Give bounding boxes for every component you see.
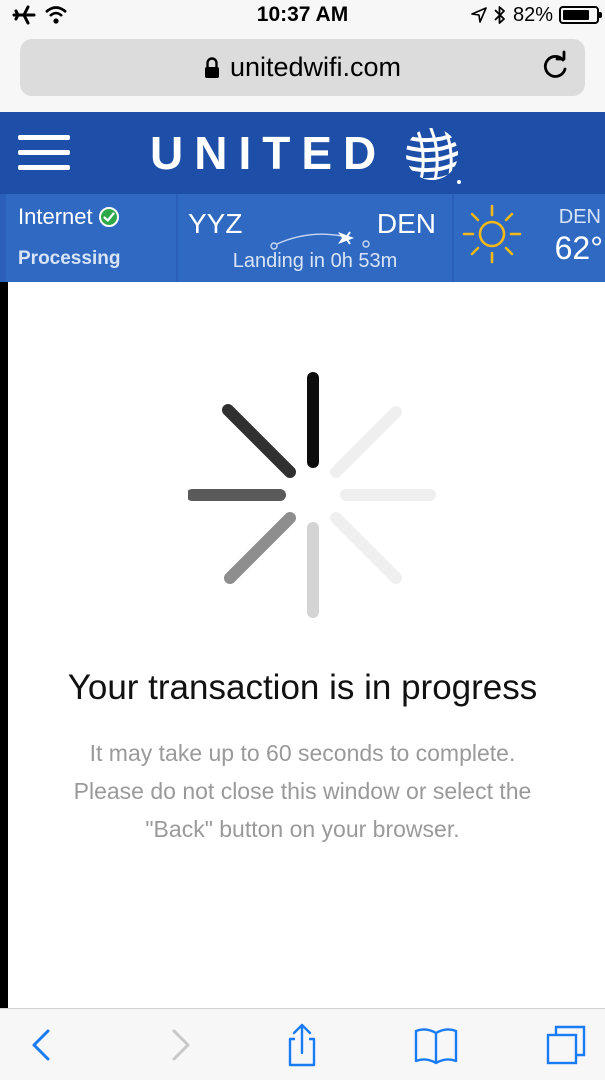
tabs-icon[interactable] <box>544 1023 588 1067</box>
spinner-spoke-bottom-left <box>224 512 296 584</box>
internet-status: Processing <box>18 248 121 269</box>
progress-message: It may take up to 60 seconds to complete… <box>20 734 585 848</box>
share-icon[interactable] <box>280 1023 324 1067</box>
loading-spinner <box>188 372 436 618</box>
internet-label-row: Internet <box>18 204 120 230</box>
flight-info-bar: Internet Processing YYZ DEN Landing in 0… <box>0 194 605 282</box>
battery-icon <box>559 6 602 24</box>
battery-percent: 82% <box>512 3 553 26</box>
weather-temperature: 62° <box>554 230 603 266</box>
forward-icon[interactable] <box>158 1023 202 1067</box>
location-arrow-icon <box>471 7 487 23</box>
reload-icon[interactable] <box>535 47 575 87</box>
spinner-spoke-top-right <box>330 406 402 478</box>
battery-fill <box>563 10 590 20</box>
internet-status-cell[interactable]: Internet Processing <box>6 194 176 282</box>
progress-line-3: "Back" button on your browser. <box>145 816 460 842</box>
flight-path-icon <box>270 231 370 250</box>
sun-icon <box>462 204 522 264</box>
progress-line-2: Please do not close this window or selec… <box>73 778 532 804</box>
lock-icon <box>204 56 219 78</box>
origin-code: YYZ <box>188 208 243 239</box>
back-icon[interactable] <box>20 1023 64 1067</box>
browser-toolbar <box>0 1008 605 1080</box>
destination-code: DEN <box>376 208 436 239</box>
status-bar: 10:37 AM 82% <box>0 0 605 30</box>
browser-address-area: unitedwifi.com <box>0 30 605 112</box>
united-globe-icon <box>406 128 461 184</box>
landing-time: Landing in 0h 53m <box>232 250 398 272</box>
weather-cell[interactable]: DEN 62° <box>454 194 605 282</box>
status-right: 82% <box>471 0 602 30</box>
address-center: unitedwifi.com <box>20 39 585 96</box>
address-bar[interactable]: unitedwifi.com <box>20 39 585 96</box>
flight-route-cell[interactable]: YYZ DEN Landing in 0h 53m <box>178 194 452 282</box>
united-logo-text: UNITED <box>150 127 388 179</box>
weather-city: DEN <box>558 206 601 228</box>
bluetooth-icon <box>494 6 505 24</box>
bookmarks-icon[interactable] <box>414 1023 458 1067</box>
url-text: unitedwifi.com <box>229 52 402 82</box>
hamburger-menu-icon[interactable] <box>18 135 70 171</box>
progress-line-1: It may take up to 60 seconds to complete… <box>89 740 516 766</box>
spinner-spoke-bottom-right <box>330 512 402 584</box>
united-header: UNITED <box>0 112 605 194</box>
check-circle-icon <box>98 207 119 227</box>
left-edge <box>0 282 8 1008</box>
spinner-spoke-top-left <box>222 404 296 478</box>
internet-label: Internet <box>18 204 93 229</box>
progress-headline: Your transaction is in progress <box>67 668 538 707</box>
